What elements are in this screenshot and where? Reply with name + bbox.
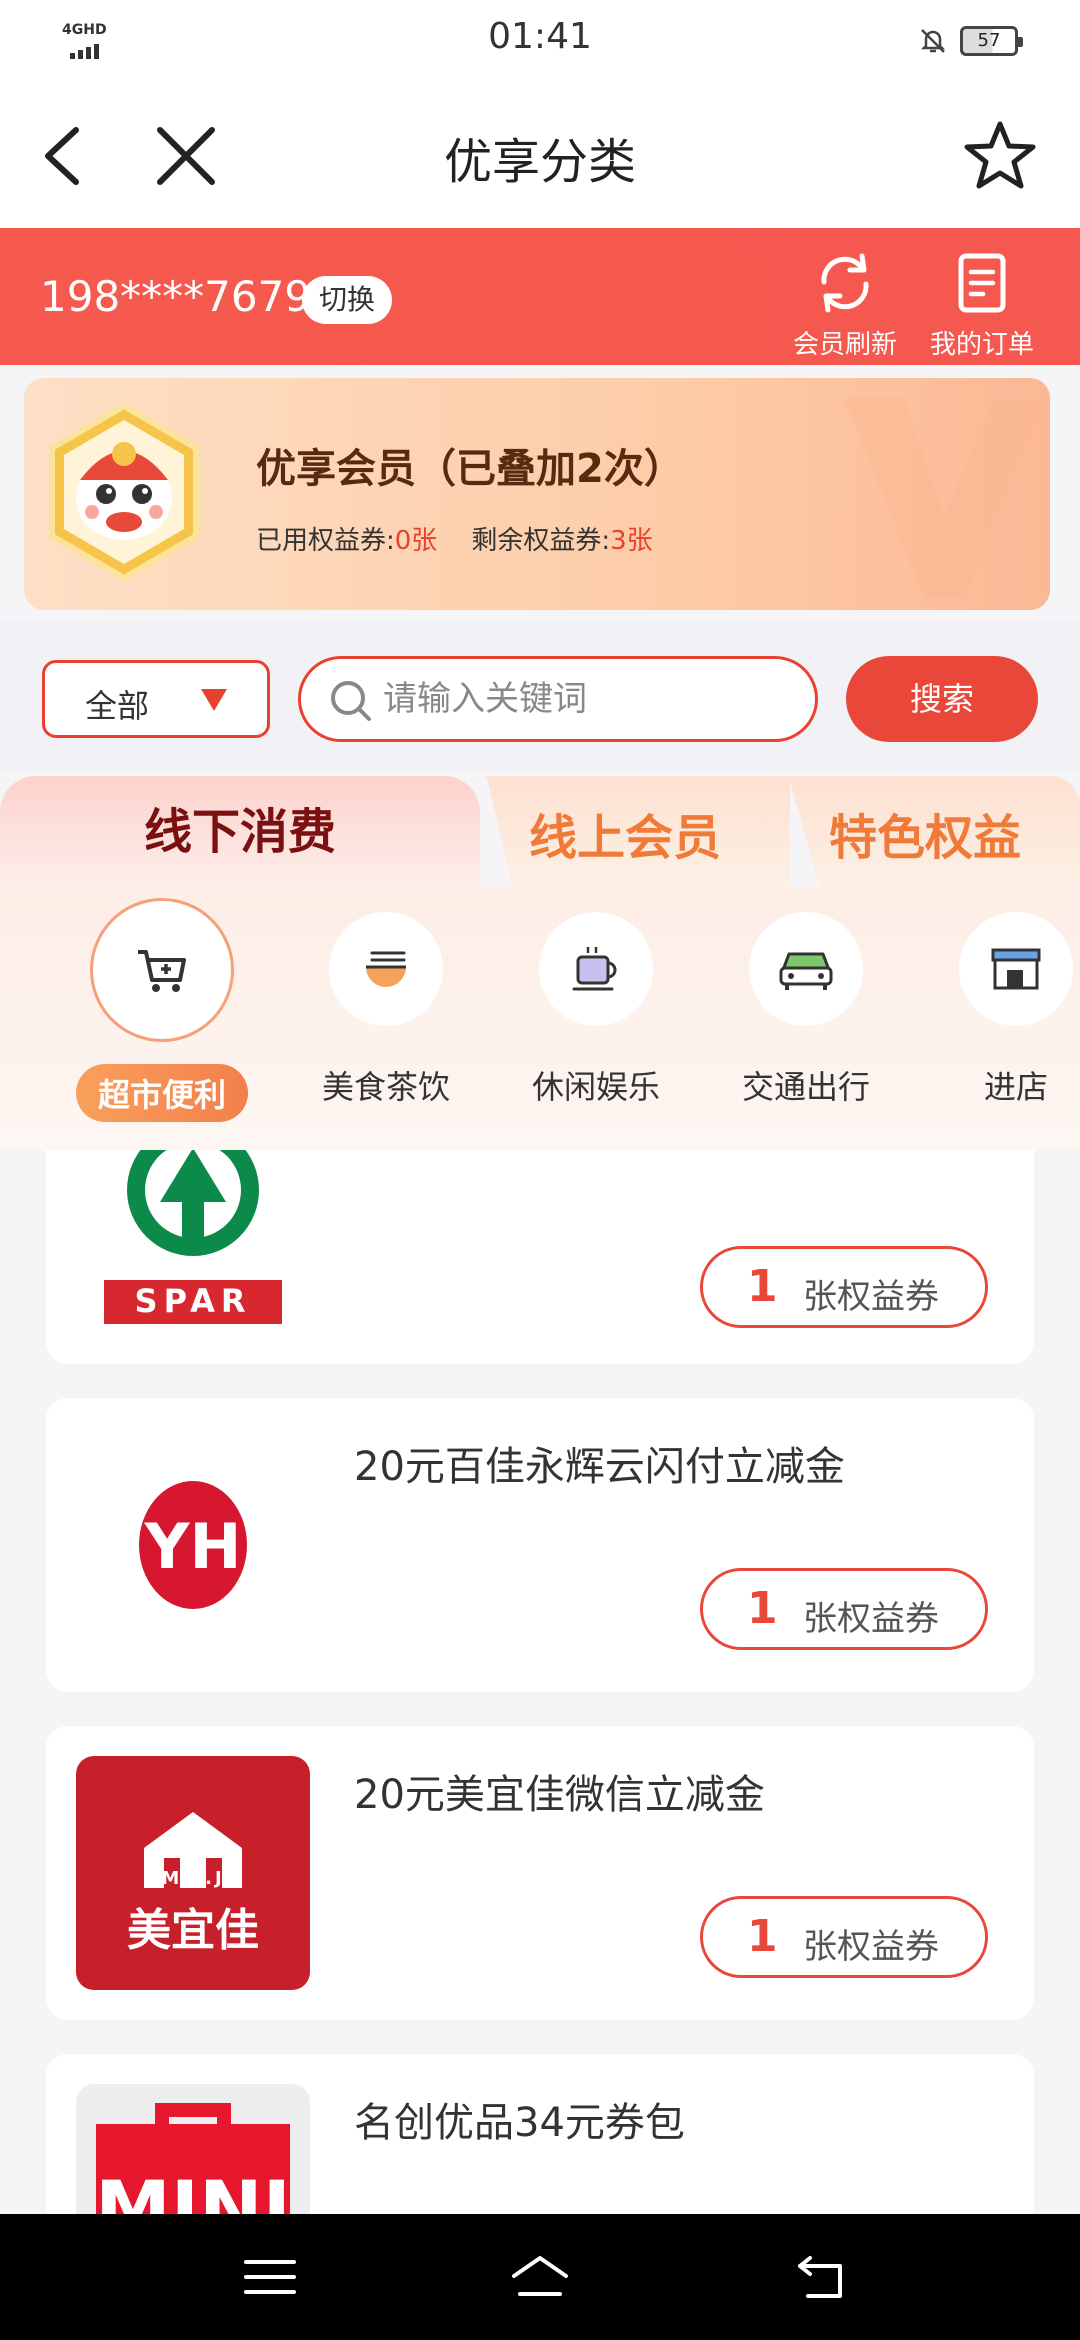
tab-offline-consumption[interactable]: 线下消费 — [0, 776, 480, 888]
myj-logo: M.Y.J 美宜佳 — [76, 1756, 310, 1990]
switch-account-button[interactable]: 切换 — [302, 276, 392, 324]
coupon-count: 1 — [747, 1911, 778, 1962]
store-icon — [959, 912, 1073, 1026]
member-card: 优享会员（已叠加2次） 已用权益券:0张 剩余权益券:3张 — [24, 378, 1050, 610]
member-stats: 已用权益券:0张 剩余权益券:3张 — [256, 520, 653, 557]
subcategory-label: 交通出行 — [741, 1068, 870, 1106]
tab-special-benefits[interactable]: 特色权益 — [788, 776, 1080, 888]
product-title: 20元美宜佳微信立减金 — [354, 1772, 765, 1818]
my-orders-label: 我的订单 — [929, 330, 1034, 360]
subcategory-strip: 超市便利 美食茶饮 休闲娱乐 交通出行 进店 — [0, 888, 1080, 1150]
notifications-muted-icon — [920, 29, 946, 53]
home-icon[interactable] — [510, 2250, 570, 2304]
car-icon — [749, 912, 863, 1026]
category-tabs: 线上会员 特色权益 线下消费 — [0, 776, 1080, 888]
used-coupons-label: 已用权益券: — [256, 526, 395, 556]
subcategory-supermarket[interactable]: 超市便利 — [62, 898, 262, 1122]
menu-icon[interactable] — [240, 2250, 300, 2304]
account-bar: 198****7679 切换 会员刷新 我的订单 — [0, 228, 1080, 365]
phone-number: 198****7679 — [40, 272, 312, 321]
miniso-logo: MINI — [76, 2084, 310, 2214]
system-nav-bar — [0, 2214, 1080, 2340]
product-card[interactable]: M.Y.J 美宜佳 20元美宜佳微信立减金 1 张权益券 — [46, 1726, 1034, 2020]
coupon-count: 1 — [747, 1261, 778, 1312]
bowl-icon — [329, 912, 443, 1026]
coupon-count-button[interactable]: 1 张权益券 — [700, 1568, 988, 1650]
coupon-unit: 张权益券 — [803, 1277, 939, 1317]
my-orders-button[interactable]: 我的订单 — [922, 250, 1042, 361]
remaining-coupons-label: 剩余权益券: — [471, 526, 611, 556]
vip-watermark-icon — [844, 398, 1044, 598]
subcategory-label: 超市便利 — [75, 1064, 248, 1122]
member-refresh-button[interactable]: 会员刷新 — [785, 250, 905, 361]
remaining-coupons-value: 3张 — [610, 526, 653, 556]
page-title: 优享分类 — [443, 134, 636, 190]
coupon-count-button[interactable]: 1 张权益券 — [700, 1246, 988, 1328]
status-bar: 4GHD 01:41 57 — [0, 0, 1080, 80]
coupon-unit: 张权益券 — [803, 1599, 939, 1639]
subcategory-food-drink[interactable]: 美食茶饮 — [286, 912, 486, 1108]
search-input[interactable] — [383, 673, 803, 725]
order-list-icon — [958, 253, 1006, 313]
subcategory-transport[interactable]: 交通出行 — [706, 912, 906, 1108]
product-card[interactable]: YH 20元百佳永辉云闪付立减金 1 张权益券 — [46, 1398, 1034, 1692]
search-icon — [331, 681, 371, 721]
dropdown-arrow-icon — [201, 689, 227, 711]
star-icon[interactable] — [960, 116, 1040, 196]
used-coupons-value: 0张 — [394, 526, 438, 556]
member-badge-icon — [49, 402, 199, 582]
svg-text:SPAR: SPAR — [135, 1282, 252, 1320]
coffee-cup-icon — [539, 912, 653, 1026]
miniso-logo-text: MINI — [95, 2164, 291, 2214]
product-card[interactable]: SPAR 1 张权益券 — [46, 1150, 1034, 1364]
yh-logo: YH — [76, 1428, 310, 1662]
battery-icon: 57 — [960, 26, 1023, 56]
member-refresh-label: 会员刷新 — [792, 330, 897, 360]
refresh-icon — [821, 253, 869, 313]
subcategory-store[interactable]: 进店 — [916, 912, 1080, 1108]
cart-icon — [90, 898, 234, 1042]
subcategory-label: 休闲娱乐 — [531, 1068, 660, 1106]
subcategory-label: 进店 — [983, 1068, 1048, 1106]
coupon-count: 1 — [747, 1583, 778, 1634]
category-filter-dropdown[interactable]: 全部 — [42, 660, 270, 738]
product-title: 20元百佳永辉云闪付立减金 — [354, 1444, 845, 1490]
svg-text:YH: YH — [144, 1510, 242, 1583]
search-button[interactable]: 搜索 — [846, 656, 1038, 742]
search-box[interactable] — [298, 656, 818, 742]
subcategory-label: 美食茶饮 — [321, 1068, 450, 1106]
tab-online-membership[interactable]: 线上会员 — [486, 776, 790, 888]
product-title: 名创优品34元券包 — [354, 2100, 685, 2146]
search-row: 全部 搜索 — [0, 620, 1080, 770]
member-title: 优享会员（已叠加2次） — [256, 446, 684, 492]
subcategory-leisure[interactable]: 休闲娱乐 — [496, 912, 696, 1108]
product-card[interactable]: MINI 名创优品34元券包 — [46, 2054, 1034, 2214]
product-list: SPAR 1 张权益券 YH 20元百佳永辉云闪付立减金 1 张权益券 M.Y. — [0, 1150, 1080, 2214]
spar-logo: SPAR — [76, 1150, 310, 1336]
myj-logo-sub: M.Y.J — [161, 1868, 225, 1889]
back-nav-icon[interactable] — [792, 2250, 852, 2304]
myj-logo-text: 美宜佳 — [127, 1905, 259, 1956]
nav-bar: 优享分类 — [0, 80, 1080, 228]
filter-label: 全部 — [85, 687, 150, 725]
coupon-unit: 张权益券 — [803, 1927, 939, 1967]
coupon-count-button[interactable]: 1 张权益券 — [700, 1896, 988, 1978]
